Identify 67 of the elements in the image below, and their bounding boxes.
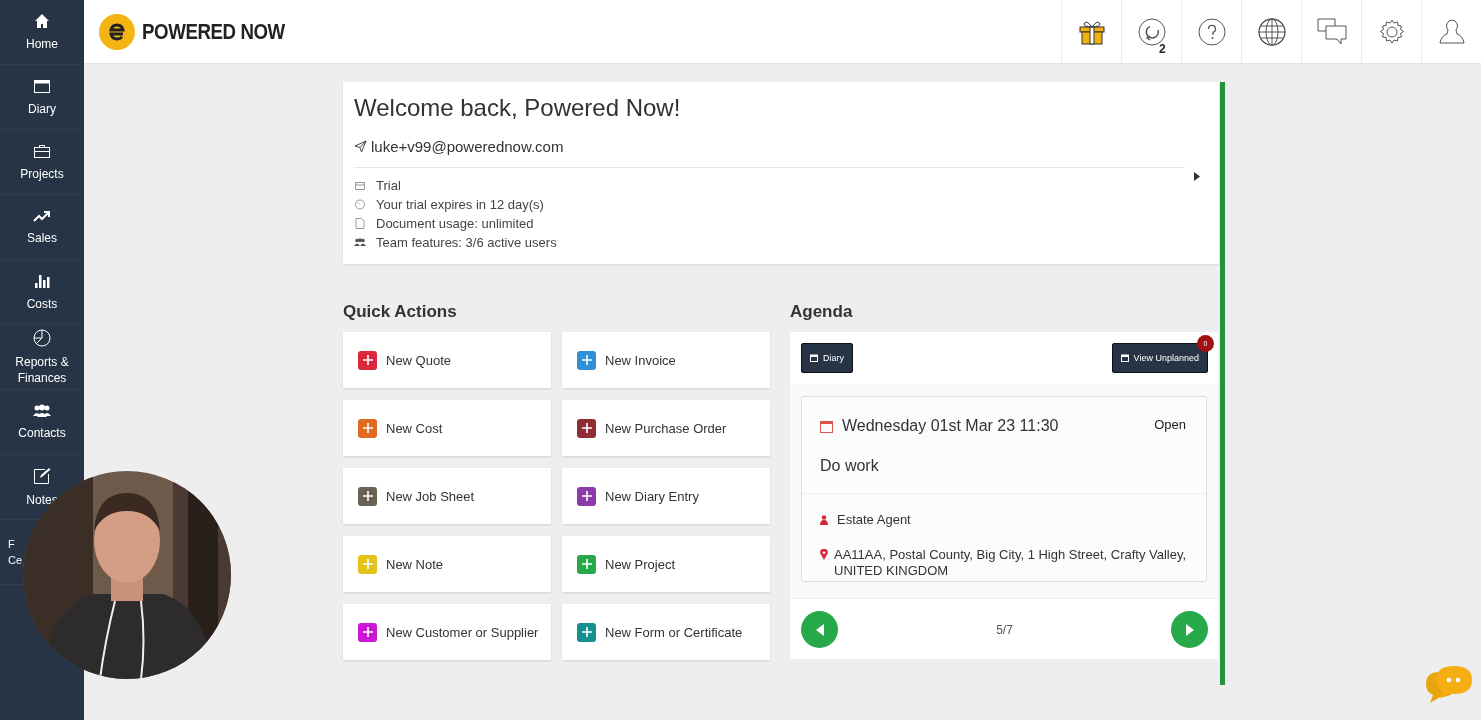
document-icon bbox=[354, 218, 366, 229]
help-icon bbox=[1197, 17, 1226, 46]
sidebar-link[interactable]: Reports & Finances bbox=[15, 353, 69, 386]
quick-action-button[interactable]: New Note bbox=[343, 536, 551, 592]
quick-action-button[interactable]: New Cost bbox=[343, 400, 551, 456]
people-icon bbox=[354, 238, 366, 247]
map-pin-icon bbox=[820, 549, 828, 560]
bar-chart-icon bbox=[34, 272, 50, 289]
logo-text: POWERED NOW bbox=[142, 18, 285, 45]
quick-action-button[interactable]: New Project bbox=[562, 536, 770, 592]
logo-icon bbox=[98, 12, 136, 51]
event-address: AA11AA, Postal County, Big City, 1 High Street, Crafty Valley, UNITED KINGDOM bbox=[834, 547, 1188, 579]
next-button[interactable] bbox=[1171, 611, 1208, 648]
detail-text: Trial bbox=[376, 178, 401, 193]
count-label: 2 bbox=[1159, 42, 1166, 56]
quick-action-button[interactable]: New Diary Entry bbox=[562, 468, 770, 524]
caret-right-icon bbox=[1185, 623, 1194, 636]
sidebar-link[interactable]: Diary bbox=[28, 100, 56, 117]
quick-action-button[interactable]: New Form or Certificate bbox=[562, 604, 770, 660]
section-title: Agenda bbox=[790, 302, 854, 322]
sidebar-link[interactable]: Sales bbox=[27, 229, 57, 246]
quick-action-button[interactable]: New Quote bbox=[343, 332, 551, 388]
event-date: Wednesday 01st Mar 23 11:30 bbox=[842, 417, 1059, 435]
chat-icon bbox=[1316, 17, 1347, 46]
expand-arrow-icon[interactable] bbox=[1194, 172, 1200, 181]
person-icon bbox=[820, 514, 828, 525]
diary-button[interactable]: Diary bbox=[801, 343, 853, 373]
event-contact: Estate Agent bbox=[837, 512, 911, 527]
trend-icon bbox=[33, 208, 51, 223]
pie-chart-icon bbox=[33, 328, 51, 347]
quick-action-button[interactable]: New Purchase Order bbox=[562, 400, 770, 456]
people-icon bbox=[33, 403, 51, 418]
caret-left-icon bbox=[815, 623, 824, 636]
quick-action-button[interactable]: New Invoice bbox=[562, 332, 770, 388]
welcome-title: Welcome back, Powered Now! bbox=[354, 94, 682, 122]
sidebar-link[interactable]: Contacts bbox=[18, 424, 66, 441]
previous-button[interactable] bbox=[801, 611, 838, 648]
calendar-icon bbox=[33, 77, 51, 94]
email-text: luke+v99@powerednow.com bbox=[371, 138, 564, 155]
calendar-icon bbox=[1120, 354, 1129, 362]
quick-action-button[interactable]: New Customer or Supplier bbox=[343, 604, 551, 660]
timer-icon bbox=[354, 199, 366, 210]
send-icon bbox=[354, 140, 367, 153]
detail-text: Your trial expires in 12 day(s) bbox=[376, 197, 544, 212]
event-title: Do work bbox=[802, 435, 1206, 494]
section-title: Quick Actions bbox=[343, 302, 458, 322]
chat-bubble-icon[interactable] bbox=[1425, 664, 1473, 706]
calendar-icon bbox=[810, 354, 818, 362]
sidebar-link[interactable]: Costs bbox=[26, 295, 58, 312]
briefcase-icon bbox=[33, 142, 51, 159]
home-icon bbox=[34, 12, 50, 29]
sidebar-link[interactable]: Projects bbox=[20, 165, 64, 182]
detail-text: Document usage: unlimited bbox=[376, 216, 534, 231]
user-icon bbox=[1438, 17, 1465, 46]
quick-action-button[interactable]: New Job Sheet bbox=[343, 468, 551, 524]
event-card[interactable]: Wednesday 01st Mar 23 11:30 Open Do work Estate Agent AA11AA, Postal County, Big City, 1 High Street, Crafty Valley, UNITED KINGDOM bbox=[801, 396, 1207, 582]
sidebar-link[interactable]: Home bbox=[26, 35, 58, 52]
globe-icon bbox=[1257, 17, 1286, 46]
page-indicator: 5/7 bbox=[996, 622, 1013, 637]
sidebar-link[interactable]: F Ce bbox=[8, 536, 23, 568]
detail-text: Team features: 3/6 active users bbox=[376, 235, 557, 250]
card-icon bbox=[354, 180, 366, 191]
event-status: Open bbox=[1154, 417, 1186, 434]
settings-icon bbox=[1377, 17, 1406, 46]
refresh-icon bbox=[1137, 17, 1166, 46]
edit-icon bbox=[33, 466, 51, 485]
calendar-icon bbox=[820, 419, 833, 433]
